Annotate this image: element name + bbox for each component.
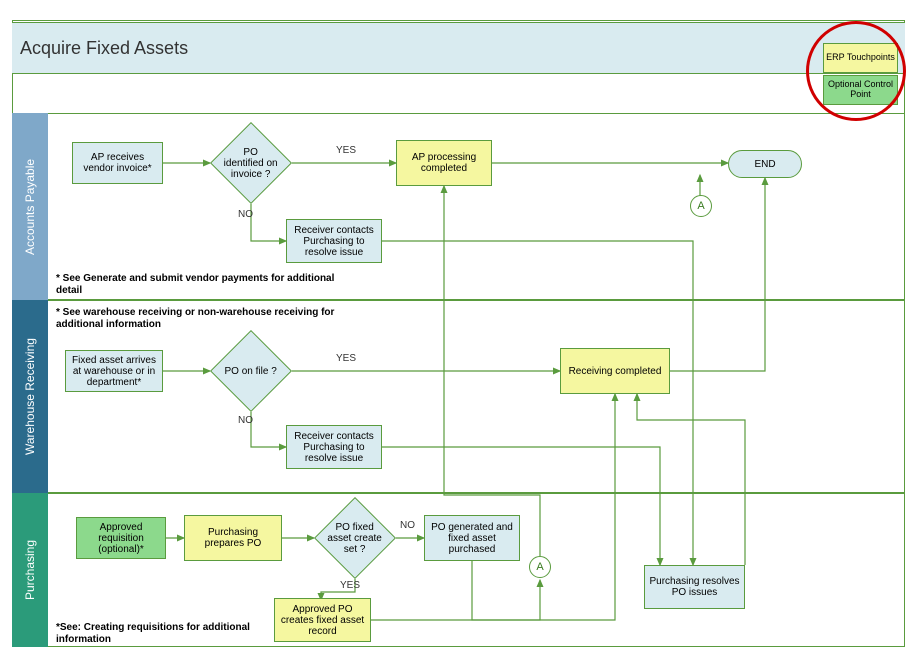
pu-prepares-po: Purchasing prepares PO [184, 515, 282, 561]
label-no-3: NO [400, 520, 415, 531]
footnote-pu: *See: Creating requisitions for addition… [56, 622, 276, 646]
label-no-1: NO [238, 209, 253, 220]
pu-resolves-issues: Purchasing resolves PO issues [644, 565, 745, 609]
connector-a-top: A [690, 195, 712, 217]
lane-label-wr: Warehouse Receiving [12, 300, 48, 493]
decision-text: PO on file ? [223, 366, 279, 377]
end-terminator: END [728, 150, 802, 178]
decision-text: PO fixed asset create set ? [327, 522, 383, 555]
footnote-wr: * See warehouse receiving or non-warehou… [56, 307, 336, 331]
wr-receiver-contacts-purchasing: Receiver contacts Purchasing to resolve … [286, 425, 382, 469]
label-yes-1: YES [336, 145, 356, 156]
highlight-circle [806, 21, 906, 121]
ap-receives-invoice: AP receives vendor invoice* [72, 142, 163, 184]
label-yes-2: YES [336, 353, 356, 364]
pu-approved-po-record: Approved PO creates fixed asset record [274, 598, 371, 642]
label-no-2: NO [238, 415, 253, 426]
label-yes-3: YES [340, 580, 360, 591]
lane-label-ap: Accounts Payable [12, 113, 48, 300]
pu-approved-requisition: Approved requisition (optional)* [76, 517, 166, 559]
footnote-ap: * See Generate and submit vendor payment… [56, 273, 336, 297]
title-bar: Acquire Fixed Assets [12, 22, 905, 74]
decision-text: PO identified on invoice ? [223, 147, 279, 180]
wr-receiving-completed: Receiving completed [560, 348, 670, 394]
pu-po-generated: PO generated and fixed asset purchased [424, 515, 520, 561]
lane-label-purchasing: Purchasing [12, 493, 48, 647]
page-title: Acquire Fixed Assets [20, 38, 188, 59]
ap-processing-completed: AP processing completed [396, 140, 492, 186]
ap-receiver-contacts-purchasing: Receiver contacts Purchasing to resolve … [286, 219, 382, 263]
wr-asset-arrives: Fixed asset arrives at warehouse or in d… [65, 350, 163, 392]
connector-a-bottom: A [529, 556, 551, 578]
